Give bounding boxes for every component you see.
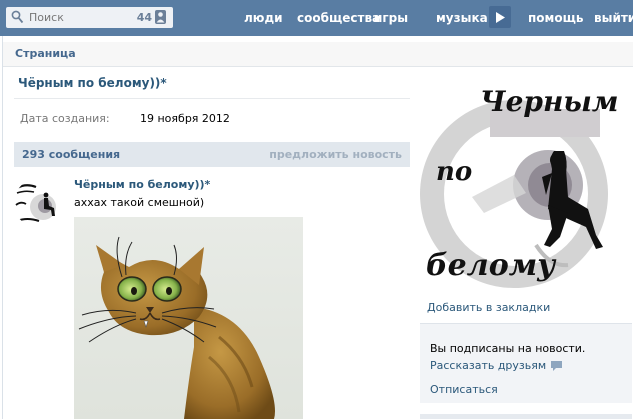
group-logo[interactable]: Черным по белому bbox=[418, 77, 618, 292]
suggest-news-link[interactable]: предложить новость bbox=[269, 148, 402, 161]
nav-games[interactable]: игры bbox=[374, 11, 408, 25]
avatar-logo-image bbox=[14, 178, 64, 228]
subscription-status: Вы подписаны на новости. bbox=[430, 342, 586, 355]
nav-music[interactable]: музыка bbox=[436, 11, 488, 25]
wall-post-count[interactable]: 293 сообщения bbox=[22, 148, 120, 161]
logo-word-2: по bbox=[436, 157, 472, 187]
search-box[interactable]: Поиск 44 bbox=[6, 7, 173, 28]
logo-word-1: Черным bbox=[480, 85, 618, 118]
page-title: Чёрным по белому))* bbox=[18, 76, 167, 90]
nav-help[interactable]: помощь bbox=[528, 11, 583, 25]
created-date-value: 19 ноября 2012 bbox=[140, 112, 230, 125]
post-text: аххах такой смешной) bbox=[74, 196, 205, 209]
tell-friends-label[interactable]: Рассказать друзьям bbox=[430, 359, 546, 372]
post-photo[interactable] bbox=[74, 217, 303, 419]
divider bbox=[14, 98, 410, 99]
subscription-box: Вы подписаны на новости. Рассказать друз… bbox=[420, 323, 632, 403]
audio-play-button[interactable] bbox=[489, 6, 511, 28]
tell-friends-link[interactable]: Рассказать друзьям bbox=[430, 359, 563, 372]
breadcrumb: Страница bbox=[3, 42, 633, 67]
cat-photo-image bbox=[74, 217, 303, 419]
post-author-avatar[interactable] bbox=[14, 178, 64, 228]
next-panel-edge bbox=[420, 414, 632, 419]
online-friends-count: 44 bbox=[136, 10, 152, 24]
post-author-name[interactable]: Чёрным по белому))* bbox=[74, 178, 210, 191]
nav-people[interactable]: люди bbox=[244, 11, 283, 25]
wall-header: 293 сообщения предложить новость bbox=[14, 142, 410, 167]
created-date-label: Дата создания: bbox=[20, 112, 110, 125]
speech-bubble-icon bbox=[551, 360, 563, 371]
person-icon bbox=[155, 10, 166, 24]
nav-logout[interactable]: выйти bbox=[594, 11, 633, 25]
add-to-bookmarks-link[interactable]: Добавить в закладки bbox=[427, 301, 550, 314]
play-icon bbox=[496, 12, 505, 23]
unsubscribe-link[interactable]: Отписаться bbox=[430, 383, 498, 396]
group-logo-image: Черным по белому bbox=[418, 77, 618, 292]
online-friends-counter[interactable]: 44 bbox=[137, 10, 166, 24]
search-icon bbox=[11, 10, 24, 24]
breadcrumb-label: Страница bbox=[15, 47, 76, 60]
search-placeholder[interactable]: Поиск bbox=[29, 11, 64, 24]
logo-word-3: белому bbox=[426, 248, 557, 283]
top-bar: Поиск 44 люди сообщества игры музыка пом… bbox=[0, 0, 633, 36]
nav-communities[interactable]: сообщества bbox=[297, 11, 380, 25]
